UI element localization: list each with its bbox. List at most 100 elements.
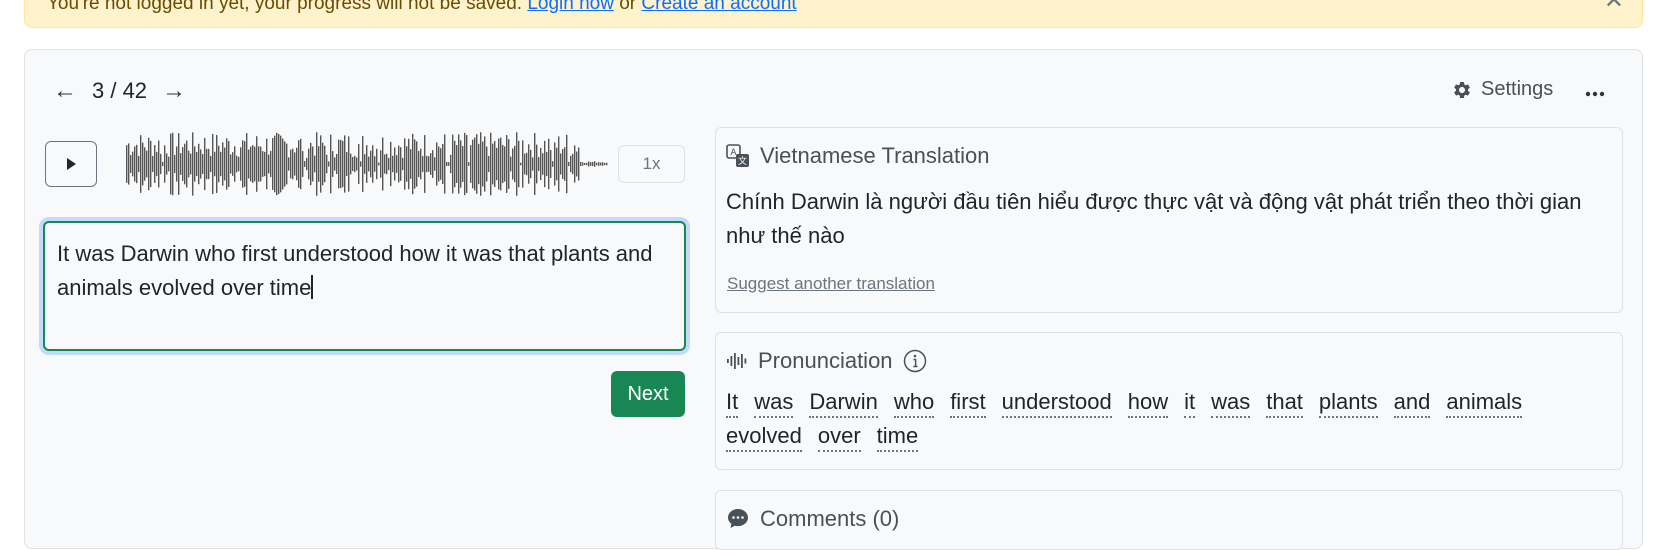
waveform-bar <box>564 147 566 181</box>
waveform-bar <box>412 133 414 195</box>
waveform-bar <box>428 156 430 172</box>
waveform-bar <box>514 145 516 183</box>
waveform-bar <box>588 161 590 167</box>
waveform-bar <box>204 137 206 191</box>
audio-waveform[interactable] <box>126 125 608 203</box>
play-icon <box>67 158 76 170</box>
answer-textarea[interactable]: It was Darwin who first understood how i… <box>43 221 686 351</box>
pronunciation-word[interactable]: that <box>1266 390 1303 418</box>
waveform-bar <box>360 161 362 167</box>
close-icon[interactable]: ✕ <box>1604 0 1624 13</box>
settings-button[interactable]: Settings <box>1452 78 1553 101</box>
waveform-bar <box>338 139 340 189</box>
pronunciation-word[interactable]: over <box>817 424 861 452</box>
waveform-bar <box>162 161 164 167</box>
waveform-bar <box>472 139 474 189</box>
waveform-bar <box>474 137 476 191</box>
waveform-bar <box>212 133 214 195</box>
waveform-bar <box>500 137 502 191</box>
waveform-bar <box>336 153 338 175</box>
waveform-bar <box>478 143 480 185</box>
create-account-link[interactable]: Create an account <box>641 0 796 14</box>
pronunciation-word[interactable]: was <box>1211 390 1251 418</box>
waveform-bar <box>534 133 536 195</box>
waveform-bar <box>364 154 366 174</box>
waveform-bar <box>306 157 308 171</box>
info-icon[interactable] <box>903 349 927 373</box>
waveform-bar <box>144 147 146 181</box>
translation-text: Chính Darwin là người đầu tiên hiểu được… <box>726 189 1582 248</box>
pronunciation-word[interactable]: first <box>950 390 986 418</box>
waveform-bar <box>420 148 422 180</box>
waveform-bar <box>538 157 540 171</box>
pronunciation-word[interactable]: was <box>754 390 794 418</box>
login-link[interactable]: Login now <box>527 0 614 14</box>
waveform-bar <box>314 155 316 173</box>
translation-title: Vietnamese Translation <box>760 143 990 168</box>
waveform-bar <box>298 140 300 188</box>
comments-header[interactable]: Comments (0) <box>726 506 899 532</box>
waveform-bar <box>318 146 320 182</box>
pronunciation-word[interactable]: evolved <box>726 424 802 452</box>
waveform-bar <box>520 162 522 166</box>
waveform-bar <box>598 162 600 166</box>
suggest-translation-link[interactable]: Suggest another translation <box>727 274 935 294</box>
waveform-bar <box>468 162 470 166</box>
waveform-bar <box>276 132 278 196</box>
pronunciation-word[interactable]: plants <box>1318 390 1378 418</box>
translation-header: A 文 Vietnamese Translation <box>726 143 990 169</box>
pronunciation-word[interactable]: understood <box>1001 390 1112 418</box>
pronunciation-word[interactable]: it <box>1184 390 1196 418</box>
pronunciation-word[interactable]: time <box>876 424 919 452</box>
waveform-bar <box>146 150 148 178</box>
comments-title: Comments (0) <box>760 506 900 531</box>
waveform-bar <box>354 155 356 173</box>
arrow-left-icon[interactable]: ← <box>52 77 78 105</box>
waveform-bar <box>436 142 438 186</box>
waveform-bar <box>404 138 406 190</box>
play-button[interactable] <box>45 141 97 187</box>
waveform-bar <box>234 146 236 182</box>
waveform-bar <box>452 134 454 194</box>
waveform-bar <box>414 139 416 189</box>
pronunciation-word[interactable]: animals <box>1446 390 1523 418</box>
waveform-bar <box>262 151 264 177</box>
waveform-bar <box>266 138 268 190</box>
waveform-bar <box>244 141 246 187</box>
waveform-bar <box>188 150 190 178</box>
pronunciation-word[interactable]: and <box>1393 390 1431 418</box>
settings-label: Settings <box>1481 78 1554 100</box>
waveform-bar <box>396 155 398 173</box>
waveform-bar <box>378 162 380 166</box>
waveform-bar <box>178 133 180 195</box>
waveform-bar <box>464 132 466 196</box>
waveform-bar <box>224 147 226 181</box>
waveform-bar <box>606 162 608 166</box>
waveform-bar <box>584 162 586 166</box>
next-button[interactable]: Next <box>611 371 685 417</box>
more-options-button[interactable] <box>1584 84 1606 109</box>
waveform-bar <box>490 132 492 196</box>
arrow-right-icon[interactable]: → <box>161 77 187 105</box>
waveform-bar <box>368 156 370 172</box>
waveform-bar <box>376 148 378 180</box>
waveform-bar <box>380 150 382 178</box>
waveform-bar <box>546 151 548 177</box>
waveform-bar <box>226 138 228 190</box>
waveform-bar <box>310 142 312 186</box>
pronunciation-word[interactable]: It <box>726 390 739 418</box>
waveform-bar <box>600 162 602 166</box>
waveform-bar <box>482 141 484 187</box>
waveform-bar <box>586 162 588 166</box>
banner-text: You're not logged in yet, your progress … <box>47 0 523 14</box>
waveform-bar <box>334 157 336 171</box>
waveform-bar <box>398 145 400 183</box>
waveform-bar <box>470 145 472 183</box>
pronunciation-word[interactable]: who <box>893 390 935 418</box>
pronunciation-word[interactable]: how <box>1127 390 1169 418</box>
waveform-bar <box>442 143 444 185</box>
sentence-position: 3 / 42 <box>92 78 148 103</box>
waveform-bar <box>342 140 344 188</box>
pronunciation-word[interactable]: Darwin <box>809 390 878 418</box>
playback-speed-button[interactable]: 1x <box>618 145 685 183</box>
